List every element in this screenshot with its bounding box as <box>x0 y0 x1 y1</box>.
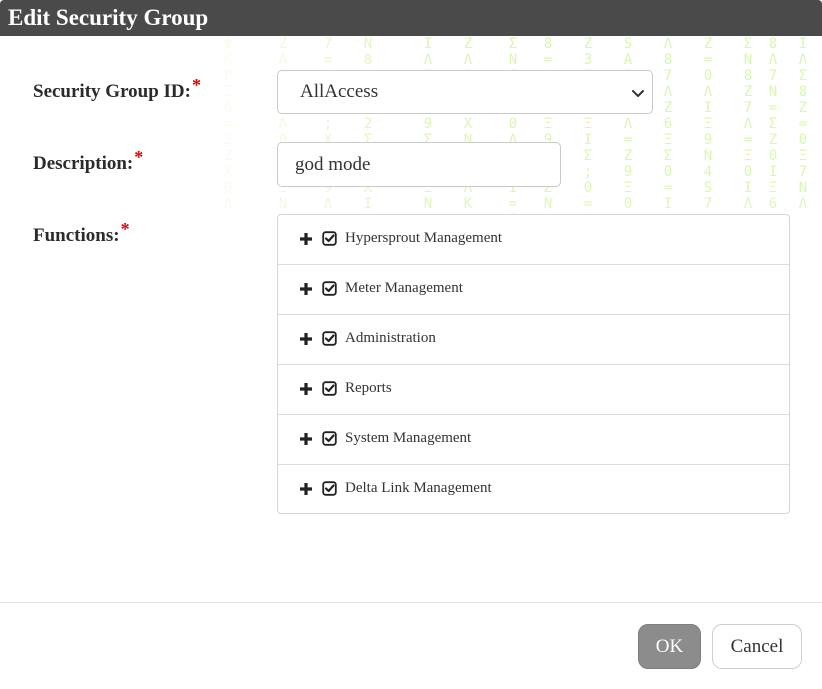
checkbox-checked-icon[interactable] <box>322 431 337 446</box>
required-marker: * <box>191 75 201 95</box>
cancel-button[interactable]: Cancel <box>712 624 802 669</box>
functions-label-text: Functions: <box>33 225 120 246</box>
function-label[interactable]: Administration <box>345 330 436 347</box>
dialog-title-bar[interactable]: Edit Security Group <box>0 0 822 36</box>
security-group-id-value: AllAccess <box>300 81 379 102</box>
required-marker: * <box>120 219 130 239</box>
checkbox-checked-icon[interactable] <box>322 231 337 246</box>
plus-icon[interactable] <box>299 282 313 296</box>
checkbox-checked-icon[interactable] <box>322 381 337 396</box>
description-label: Description:* <box>33 147 143 175</box>
chevron-down-icon <box>632 90 644 97</box>
function-label[interactable]: System Management <box>345 430 471 447</box>
description-input[interactable]: god mode <box>277 142 561 187</box>
edit-security-group-dialog: ZX81;=10$1ZN2ZEK N0ZΛ=7λEXC3; U9Ci43ZΣΛ:… <box>0 0 822 689</box>
security-group-id-label-text: Security Group ID: <box>33 81 191 102</box>
checkbox-checked-icon[interactable] <box>322 481 337 496</box>
description-value: god mode <box>295 154 371 175</box>
plus-icon[interactable] <box>299 332 313 346</box>
plus-icon[interactable] <box>299 482 313 496</box>
required-marker: * <box>134 147 144 167</box>
function-label[interactable]: Meter Management <box>345 280 463 297</box>
checkbox-checked-icon[interactable] <box>322 281 337 296</box>
security-group-id-select[interactable]: AllAccess <box>277 70 653 114</box>
plus-icon[interactable] <box>299 382 313 396</box>
functions-label: Functions:* <box>33 219 130 247</box>
ok-button[interactable]: OK <box>638 624 701 669</box>
description-label-text: Description: <box>33 153 134 174</box>
functions-tree: Hypersprout Management Meter Management … <box>277 214 790 514</box>
checkbox-checked-icon[interactable] <box>322 331 337 346</box>
function-label[interactable]: Reports <box>345 380 392 397</box>
functions-tree-item[interactable]: Reports <box>278 365 789 415</box>
plus-icon[interactable] <box>299 232 313 246</box>
dialog-title: Edit Security Group <box>8 5 209 30</box>
function-label[interactable]: Delta Link Management <box>345 480 492 497</box>
functions-tree-item[interactable]: Meter Management <box>278 265 789 315</box>
function-label[interactable]: Hypersprout Management <box>345 230 502 247</box>
plus-icon[interactable] <box>299 432 313 446</box>
functions-tree-item[interactable]: System Management <box>278 415 789 465</box>
security-group-id-label: Security Group ID:* <box>33 75 201 103</box>
functions-tree-item[interactable]: Delta Link Management <box>278 465 789 515</box>
footer-divider <box>0 602 822 603</box>
functions-tree-item[interactable]: Hypersprout Management <box>278 215 789 265</box>
functions-tree-item[interactable]: Administration <box>278 315 789 365</box>
